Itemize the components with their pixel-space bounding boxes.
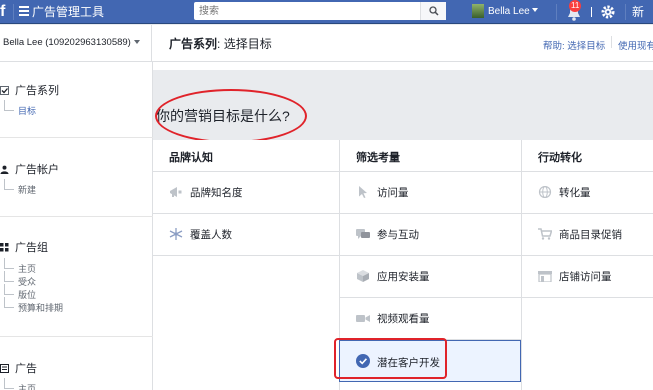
search-box (194, 2, 446, 20)
search-input[interactable] (194, 2, 420, 20)
grid-icon (0, 243, 9, 252)
checkbox-icon (0, 86, 9, 95)
topbar-right-text[interactable]: 新 (632, 4, 644, 20)
objective-traffic[interactable]: 访问量 (340, 172, 521, 214)
sidebar-item-label: 广告系列 (15, 85, 59, 97)
sidebar-item-ad-page[interactable]: 主页 (4, 378, 36, 390)
sidebar: 广告系列 目标 广告帐户 新建 广告组 主页 受众 版位 预算和排期 广告 主页 (0, 62, 153, 390)
ad-icon (0, 364, 9, 373)
breadcrumb: 广告系列: 选择目标 (169, 35, 272, 52)
objective-app-installs[interactable]: 应用安装量 (340, 256, 521, 298)
divider (13, 4, 14, 20)
objective-label: 参与互动 (377, 229, 419, 241)
column-header: 行动转化 (522, 140, 653, 172)
objective-label: 商品目录促销 (559, 229, 622, 241)
facebook-logo[interactable]: f (0, 1, 10, 23)
check-circle-icon (356, 354, 370, 368)
main-top-strip (153, 62, 653, 70)
divider (556, 4, 557, 20)
column-consideration: 筛选考量 访问量 参与互动 应用安装量 视频观看量 潜在客户开发 (339, 140, 521, 390)
use-existing-link[interactable]: 使用现有 (618, 38, 653, 52)
avatar[interactable] (472, 4, 484, 18)
objective-label: 应用安装量 (377, 271, 430, 283)
gear-icon[interactable] (600, 4, 616, 20)
objective-reach[interactable]: 覆盖人数 (153, 214, 339, 256)
objective-engagement[interactable]: 参与互动 (340, 214, 521, 256)
sidebar-item-ad-set[interactable]: 广告组 (0, 239, 48, 255)
top-navigation-bar: f 广告管理工具 Bella Lee 11 新 (0, 0, 653, 24)
sidebar-item-label: 广告组 (15, 242, 48, 254)
help-link[interactable]: 帮助: 选择目标 (543, 38, 605, 52)
objective-label: 视频观看量 (377, 313, 430, 325)
objective-store-visits[interactable]: 店铺访问量 (522, 256, 653, 298)
question-banner (153, 70, 653, 140)
objective-brand-awareness[interactable]: 品牌知名度 (153, 172, 339, 214)
objective-conversions[interactable]: 转化量 (522, 172, 653, 214)
globe-icon (538, 186, 552, 198)
column-header: 筛选考量 (340, 140, 521, 172)
search-icon (429, 6, 439, 16)
objective-label: 潜在客户开发 (377, 357, 440, 369)
sidebar-item-budget-schedule[interactable]: 预算和排期 (4, 297, 63, 314)
chevron-down-icon (133, 40, 140, 45)
objective-table: 品牌认知 品牌知名度 覆盖人数 筛选考量 访问量 参与互动 应用安装量 视频观看… (153, 140, 653, 390)
chat-bubbles-icon (356, 229, 370, 239)
objective-label: 转化量 (559, 187, 591, 199)
account-selector-label: Bella Lee (109202963130589) (3, 37, 131, 48)
divider (611, 36, 612, 48)
objective-label: 店铺访问量 (559, 271, 612, 283)
objective-label: 访问量 (377, 187, 409, 199)
divider (0, 216, 153, 217)
sidebar-item-label: 广告 (15, 363, 37, 375)
chevron-down-icon[interactable] (532, 8, 538, 12)
sidebar-item-objective[interactable]: 目标 (4, 100, 36, 117)
column-conversion: 行动转化 转化量 商品目录促销 店铺访问量 (521, 140, 653, 390)
account-selector[interactable]: Bella Lee (109202963130589) (0, 25, 152, 62)
divider (591, 7, 592, 17)
megaphone-icon (170, 187, 182, 197)
objective-video-views[interactable]: 视频观看量 (340, 298, 521, 340)
cursor-icon (359, 186, 367, 198)
breadcrumb-section: 广告系列 (169, 37, 218, 51)
cart-icon (538, 228, 552, 240)
objective-label: 品牌知名度 (190, 187, 243, 199)
sidebar-item-new[interactable]: 新建 (4, 179, 36, 196)
objective-lead-generation[interactable]: 潜在客户开发 (339, 340, 521, 382)
breadcrumb-page: 选择目标 (223, 37, 272, 51)
column-header: 品牌认知 (153, 140, 339, 172)
app-title[interactable]: 广告管理工具 (32, 4, 104, 20)
box-icon (357, 270, 369, 282)
objective-catalog-sales[interactable]: 商品目录促销 (522, 214, 653, 256)
store-icon (538, 271, 552, 282)
page-title: 你的营销目标是什么? (156, 108, 290, 124)
hamburger-menu-icon[interactable] (19, 5, 29, 18)
user-icon (0, 165, 9, 174)
sidebar-item-label: 广告帐户 (15, 164, 59, 176)
user-name[interactable]: Bella Lee (488, 5, 530, 18)
sub-header: Bella Lee (109202963130589) 广告系列: 选择目标 帮… (0, 25, 653, 62)
sidebar-item-ad-account[interactable]: 广告帐户 (0, 161, 59, 177)
objective-label: 覆盖人数 (190, 229, 232, 241)
column-awareness: 品牌认知 品牌知名度 覆盖人数 (153, 140, 339, 390)
breadcrumb-separator: : (217, 37, 224, 51)
sidebar-item-campaign[interactable]: 广告系列 (0, 82, 59, 98)
divider (625, 4, 626, 20)
snowflake-icon (169, 228, 183, 240)
video-camera-icon (356, 315, 370, 322)
divider (0, 137, 153, 138)
sidebar-item-ad[interactable]: 广告 (0, 360, 37, 376)
divider (0, 336, 153, 337)
search-button[interactable] (420, 2, 446, 20)
